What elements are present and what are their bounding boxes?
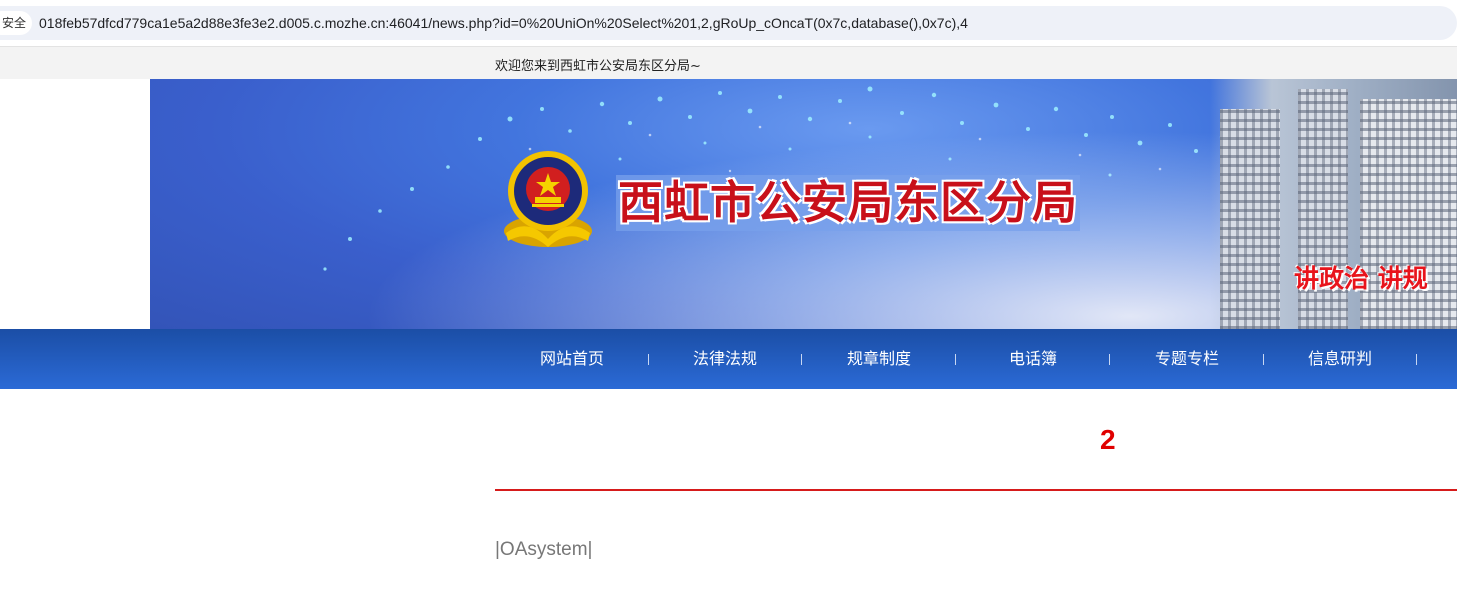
- nav-item-home[interactable]: 网站首页: [540, 329, 604, 389]
- welcome-strip: 欢迎您来到西虹市公安局东区分局~: [0, 46, 1457, 79]
- title-divider: [495, 489, 1457, 491]
- article-title: 2: [1100, 424, 1116, 455]
- main-nav: 网站首页 法律法规 规章制度 电话簿 专题专栏 信息研判: [0, 329, 1457, 389]
- nav-item-laws[interactable]: 法律法规: [693, 329, 757, 389]
- nav-item-regulations[interactable]: 规章制度: [847, 329, 911, 389]
- police-emblem-icon: [504, 151, 592, 247]
- nav-item-special-topics[interactable]: 专题专栏: [1155, 329, 1219, 389]
- nav-separator: [648, 354, 649, 365]
- url-field[interactable]: 安全 018feb57dfcd779ca1e5a2d88e3fe3e2.d005…: [0, 6, 1457, 40]
- site-title: 西虹市公安局东区分局: [616, 175, 1081, 231]
- url-text[interactable]: 018feb57dfcd779ca1e5a2d88e3fe3e2.d005.c.…: [39, 15, 968, 31]
- security-status-chip[interactable]: 安全: [0, 11, 32, 35]
- nav-item-phonebook[interactable]: 电话簿: [1009, 329, 1057, 389]
- nav-separator: [801, 354, 802, 365]
- site-banner: 西虹市公安局东区分局 讲政治 讲规: [150, 79, 1457, 329]
- browser-address-bar: 安全 018feb57dfcd779ca1e5a2d88e3fe3e2.d005…: [0, 0, 1457, 46]
- nav-separator: [1109, 354, 1110, 365]
- banner-slogan: 讲政治 讲规: [1294, 264, 1428, 293]
- nav-separator: [955, 354, 956, 365]
- nav-separator: [1263, 354, 1264, 365]
- nav-item-intelligence[interactable]: 信息研判: [1308, 329, 1372, 389]
- welcome-text: 欢迎您来到西虹市公安局东区分局~: [495, 59, 701, 74]
- article-body: |OAsystem|: [495, 539, 593, 560]
- nav-separator: [1416, 354, 1417, 365]
